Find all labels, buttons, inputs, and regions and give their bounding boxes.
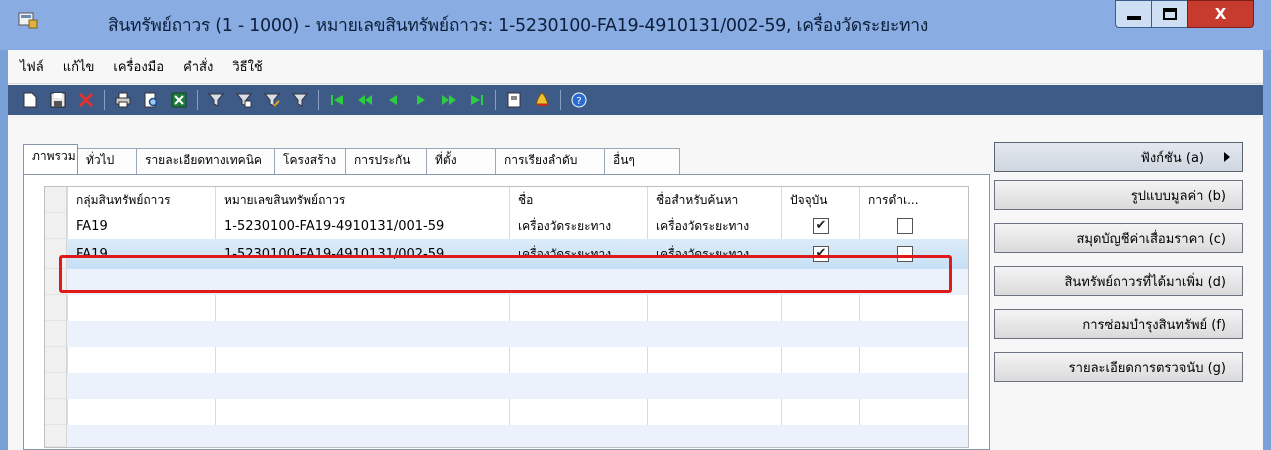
cell-name[interactable]: เครื่องวัดระยะทาง: [511, 213, 647, 239]
next-record-icon[interactable]: [412, 91, 430, 109]
cell-number[interactable]: 1-5230100-FA19-4910131/001-59: [217, 213, 509, 239]
maintenance-button-label: การซ่อมบำรุงสินทรัพย์ (f): [1082, 317, 1226, 333]
help-icon[interactable]: ?: [570, 91, 588, 109]
inventory-count-button[interactable]: รายละเอียดการตรวจนับ (g): [994, 352, 1243, 382]
toolbar: ?: [8, 85, 1263, 115]
value-models-button-label: รูปแบบมูลค่า (b): [1130, 188, 1226, 204]
col-header-name[interactable]: ชื่อ: [511, 187, 647, 213]
menu-edit[interactable]: แก้ไข: [63, 56, 95, 77]
save-icon[interactable]: [49, 91, 67, 109]
close-icon: X: [1214, 5, 1227, 23]
toolbar-separator: [197, 90, 198, 110]
previous-page-icon[interactable]: [356, 91, 374, 109]
maintenance-button[interactable]: การซ่อมบำรุงสินทรัพย์ (f): [994, 309, 1243, 339]
row-selector[interactable]: [45, 187, 67, 213]
tab-other[interactable]: อื่นๆ: [604, 148, 680, 174]
asset-grid: กลุ่มสินทรัพย์ถาวร หมายเลขสินทรัพย์ถาวร …: [44, 186, 969, 448]
functions-button-label: ฟังก์ชัน (a): [1140, 150, 1204, 166]
col-header-group[interactable]: กลุ่มสินทรัพย์ถาวร: [69, 187, 215, 213]
svg-text:?: ?: [576, 96, 581, 107]
tab-overview[interactable]: ภาพรวม: [23, 144, 78, 174]
cell-current: ✔: [783, 213, 859, 239]
last-record-icon[interactable]: [468, 91, 486, 109]
col-header-current[interactable]: ปัจจุบัน: [783, 187, 859, 213]
row-selector[interactable]: [45, 295, 67, 321]
alert-icon[interactable]: [533, 91, 551, 109]
row-selector[interactable]: [45, 321, 67, 347]
tab-structure[interactable]: โครงสร้าง: [274, 148, 346, 174]
cell-group[interactable]: FA19: [69, 213, 215, 239]
menu-command[interactable]: คำสั่ง: [183, 56, 213, 77]
tab-location[interactable]: ที่ตั้ง: [426, 148, 496, 174]
filter-icon[interactable]: [207, 91, 225, 109]
menu-bar: ไฟล์ แก้ไข เครื่องมือ คำสั่ง วิธีใช้: [8, 50, 1263, 84]
empty-row: [45, 321, 968, 347]
empty-row: [45, 347, 968, 373]
print-preview-icon[interactable]: [142, 91, 160, 109]
advanced-filter-icon[interactable]: [263, 91, 281, 109]
delete-icon[interactable]: [77, 91, 95, 109]
minimize-icon: [1126, 16, 1141, 20]
toolbar-separator: [495, 90, 496, 110]
value-models-button[interactable]: รูปแบบมูลค่า (b): [994, 180, 1243, 210]
other-checkbox[interactable]: [897, 218, 913, 234]
first-record-icon[interactable]: [328, 91, 346, 109]
tab-panel: กลุ่มสินทรัพย์ถาวร หมายเลขสินทรัพย์ถาวร …: [23, 174, 990, 450]
app-icon[interactable]: [18, 11, 38, 29]
maximize-icon: [1162, 8, 1177, 20]
new-icon[interactable]: [21, 91, 39, 109]
col-header-other[interactable]: การดำเ...: [861, 187, 966, 213]
empty-row: [45, 373, 968, 399]
toolbar-separator: [104, 90, 105, 110]
empty-row: [45, 425, 968, 447]
minimize-button[interactable]: [1115, 0, 1152, 28]
grid-header-row: กลุ่มสินทรัพย์ถาวร หมายเลขสินทรัพย์ถาวร …: [45, 187, 968, 213]
row-selector[interactable]: [45, 399, 67, 425]
filter-by-selection-icon[interactable]: [235, 91, 253, 109]
tab-general[interactable]: ทั่วไป: [77, 148, 137, 174]
tab-technical-details[interactable]: รายละเอียดทางเทคนิค: [136, 148, 275, 174]
menu-help[interactable]: วิธีใช้: [232, 56, 262, 77]
window-title: สินทรัพย์ถาวร (1 - 1000) - หมายเลขสินทรั…: [108, 16, 929, 36]
submenu-arrow-icon: [1224, 152, 1230, 162]
menu-file[interactable]: ไฟล์: [20, 56, 44, 77]
depreciation-books-button[interactable]: สมุดบัญชีค่าเสื่อมราคา (c): [994, 223, 1243, 253]
tab-strip: ภาพรวม ทั่วไป รายละเอียดทางเทคนิค โครงสร…: [23, 144, 680, 174]
selection-highlight: [59, 255, 952, 293]
clear-filter-icon[interactable]: [291, 91, 309, 109]
empty-row: [45, 399, 968, 425]
title-bar: สินทรัพย์ถาวร (1 - 1000) - หมายเลขสินทรั…: [0, 0, 1271, 50]
tab-sorting[interactable]: การเรียงลำดับ: [495, 148, 605, 174]
toolbar-separator: [318, 90, 319, 110]
print-icon[interactable]: [114, 91, 132, 109]
client-area: ไฟล์ แก้ไข เครื่องมือ คำสั่ง วิธีใช้ ? ภ: [8, 50, 1263, 450]
acquisitions-button-label: สินทรัพย์ถาวรที่ได้มาเพิ่ม (d): [1064, 274, 1226, 290]
tab-insurance[interactable]: การประกัน: [345, 148, 427, 174]
cell-other: [861, 213, 966, 239]
row-selector[interactable]: [45, 373, 67, 399]
toolbar-separator: [560, 90, 561, 110]
row-selector[interactable]: [45, 425, 67, 447]
document-handling-icon[interactable]: [505, 91, 523, 109]
functions-button[interactable]: ฟังก์ชัน (a): [994, 142, 1243, 172]
table-row[interactable]: FA19 1-5230100-FA19-4910131/001-59 เครื่…: [45, 213, 968, 239]
previous-record-icon[interactable]: [384, 91, 402, 109]
current-checkbox[interactable]: ✔: [813, 218, 829, 234]
row-selector[interactable]: [45, 213, 67, 239]
acquisitions-button[interactable]: สินทรัพย์ถาวรที่ได้มาเพิ่ม (d): [994, 266, 1243, 296]
export-excel-icon[interactable]: [170, 91, 188, 109]
col-header-search-name[interactable]: ชื่อสำหรับค้นหา: [649, 187, 781, 213]
maximize-button[interactable]: [1151, 0, 1188, 28]
cell-search-name[interactable]: เครื่องวัดระยะทาง: [649, 213, 781, 239]
row-selector[interactable]: [45, 347, 67, 373]
col-header-number[interactable]: หมายเลขสินทรัพย์ถาวร: [217, 187, 509, 213]
depreciation-books-button-label: สมุดบัญชีค่าเสื่อมราคา (c): [1076, 231, 1226, 247]
close-button[interactable]: X: [1187, 0, 1254, 28]
next-page-icon[interactable]: [440, 91, 458, 109]
inventory-count-button-label: รายละเอียดการตรวจนับ (g): [1068, 360, 1226, 376]
empty-row: [45, 295, 968, 321]
menu-tools[interactable]: เครื่องมือ: [113, 56, 164, 77]
